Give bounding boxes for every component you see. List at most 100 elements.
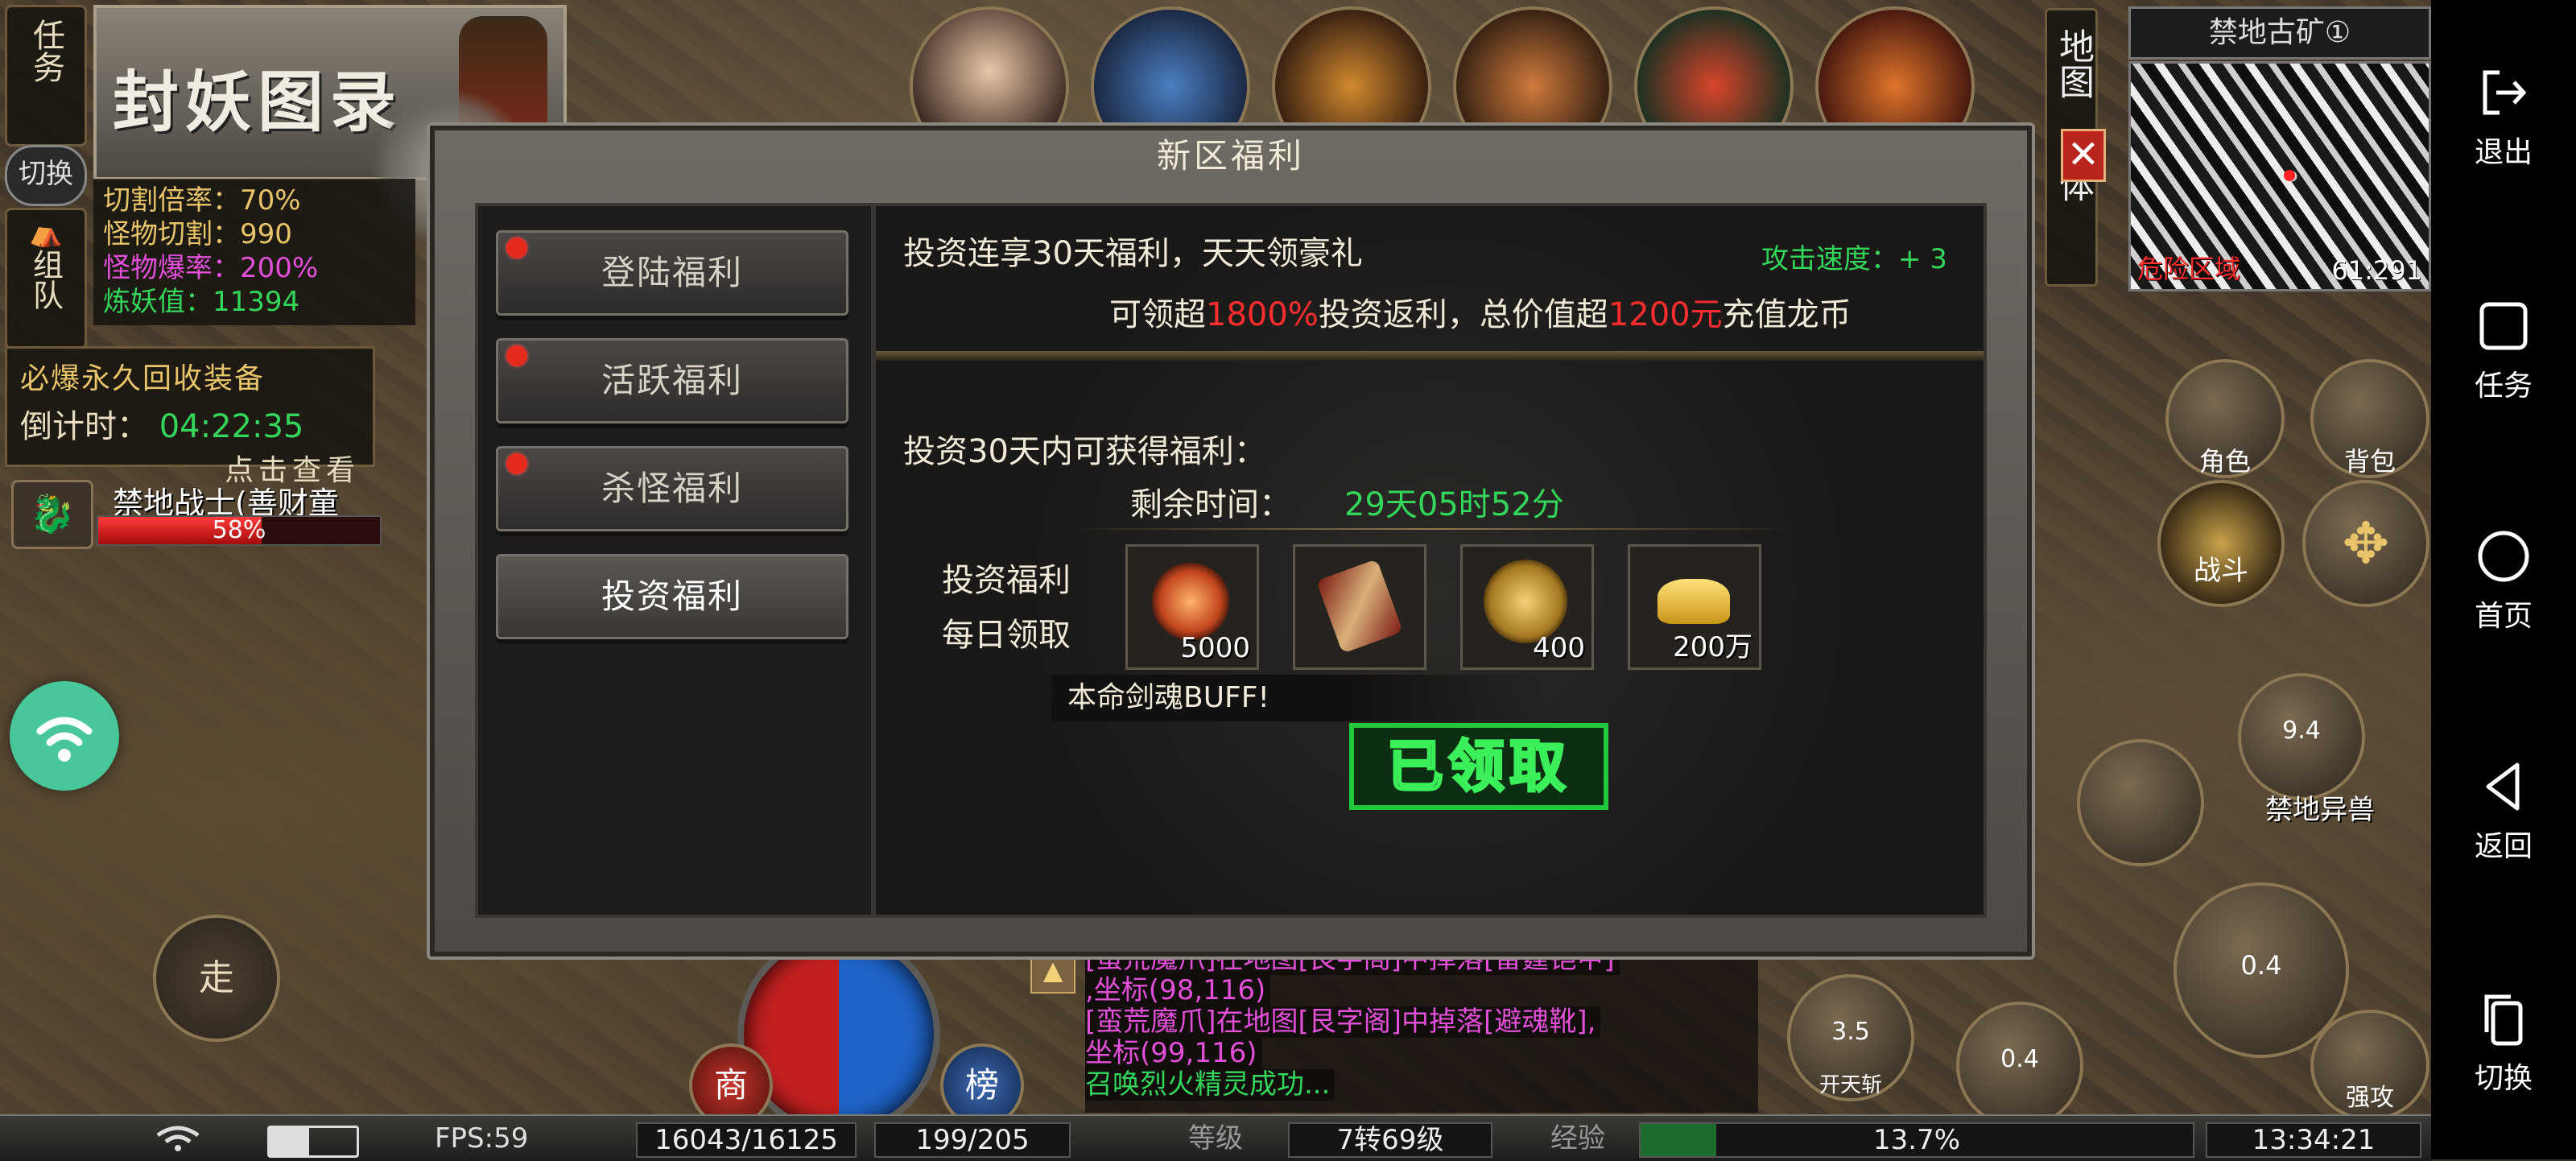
cut-rate: 切割倍率：70% (103, 184, 301, 217)
new-server-welfare-dialog: 新区福利 登陆福利 活跃福利 杀怪福利 投资福利 投资连享30天福利，天天领豪礼… (427, 122, 2035, 960)
main-attack-cooldown: 0.4 (2240, 950, 2282, 981)
walk-button[interactable]: 走 (153, 915, 280, 1042)
gold-ingot-icon (1657, 579, 1730, 624)
minimap[interactable]: 危险区域 61:291 (2128, 61, 2431, 291)
tab-kill-welfare[interactable]: 杀怪福利 (496, 446, 848, 531)
exit-label: 退出 (2474, 136, 2533, 169)
mp-readout: 199/205 (874, 1122, 1071, 1158)
skill-slot-1[interactable]: 9.4 (2238, 673, 2365, 800)
reward-slot-3[interactable]: 400 (1460, 544, 1594, 670)
reward-slot-1[interactable]: 5000 (1125, 544, 1259, 670)
hp-readout: 16043/16125 (636, 1122, 857, 1158)
switch-app-button[interactable]: 切换 (2431, 990, 2576, 1097)
reward-4-count: 200万 (1673, 631, 1752, 663)
task-toggle-label: 任务 (27, 19, 64, 83)
exp-label: 经验 (1550, 1122, 1605, 1155)
dialog-body: 登陆福利 活跃福利 杀怪福利 投资福利 投资连享30天福利，天天领豪礼 攻击速度… (475, 203, 1987, 918)
bag-button[interactable]: 背包 (2310, 359, 2429, 478)
battery-icon (267, 1126, 359, 1158)
home-label: 首页 (2474, 600, 2533, 633)
square-icon (2479, 302, 2528, 350)
top-activity-icons (910, 6, 2004, 166)
back-button[interactable]: 返回 (2431, 758, 2576, 865)
back-label: 返回 (2474, 830, 2533, 863)
switch-button[interactable]: 切换 (5, 145, 87, 206)
strong-attack-button[interactable]: 强攻 (2310, 1010, 2429, 1121)
status-bar: FPS:59 16043/16125 199/205 等级 7转69级 经验 1… (0, 1114, 2431, 1161)
reward-slot-4[interactable]: 200万 (1628, 544, 1761, 670)
home-button[interactable]: 首页 (2431, 528, 2576, 634)
team-label: 组队 (27, 249, 64, 310)
switch-app-label: 切换 (2474, 1062, 2533, 1095)
role-button[interactable]: 角色 (2165, 359, 2285, 478)
reward-3-count: 400 (1533, 632, 1585, 664)
target-hp-text: 58% (212, 516, 266, 544)
rebate-text-a: 可领超 (1109, 296, 1206, 333)
claimed-button[interactable]: 已领取 (1349, 723, 1608, 810)
drop-stats-panel: 切割倍率：70% 怪物切割：990 怪物爆率：200% 炼妖值：11394 (93, 179, 415, 325)
tab-invest-label: 投资福利 (601, 576, 743, 616)
fight-button[interactable]: 战斗 (2157, 480, 2285, 607)
reward-slot-2[interactable] (1293, 544, 1426, 670)
clock: 13:34:21 (2206, 1122, 2421, 1158)
shop-label: 商 (713, 1065, 748, 1105)
remain-value: 29天05时52分 (1344, 486, 1564, 523)
map-coords: 61:291 (2331, 255, 2422, 286)
monster-drop-rate: 怪物爆率：200% (103, 252, 319, 284)
task-button[interactable]: 任务 (2431, 298, 2576, 404)
team-button[interactable]: ⛺ 组队 (5, 208, 87, 349)
switch-button-label: 切换 (19, 158, 73, 190)
task-toggle-button[interactable]: 任务 (5, 5, 87, 147)
skill-2-cooldown: 3.5 (1831, 1018, 1870, 1046)
rebate-text-b: 投资返利，总价值超 (1318, 296, 1608, 333)
exit-button[interactable]: 退出 (2431, 64, 2576, 171)
close-dialog-button[interactable]: ✕ (2061, 129, 2106, 182)
refine-value: 炼妖值：11394 (103, 286, 300, 318)
tab-kill-badge (506, 453, 527, 474)
skill-2-name: 开天斩 (1818, 1073, 1882, 1097)
role-label: 角色 (2198, 446, 2251, 477)
skill-slot-2[interactable]: 3.5 开天斩 (1787, 974, 1914, 1101)
welfare-tab-list: 登陆福利 活跃福利 杀怪福利 投资福利 (478, 206, 876, 915)
pet-skill-button[interactable] (2077, 739, 2204, 866)
target-portrait[interactable]: 🐉 (11, 480, 93, 549)
monster-label: 禁地异兽 (2265, 794, 2375, 826)
recycle-countdown-panel[interactable]: 必爆永久回收装备 倒计时： 04:22:35 点击查看 (5, 346, 375, 487)
buff-tooltip: 本命剑魂BUFF! (1051, 675, 1550, 721)
fight-label: 战斗 (2194, 555, 2248, 587)
minimap-title: 禁地古矿① (2128, 6, 2431, 60)
map-tab-label: 地图 (2053, 28, 2094, 99)
skill-3-cooldown: 0.4 (2000, 1045, 2039, 1073)
skill-1-cooldown: 9.4 (2282, 717, 2321, 745)
dialog-title: 新区福利 (1156, 136, 1305, 176)
section-divider (876, 351, 1984, 361)
chat-line: [蛮荒魔爪]在地图[艮字阁]中掉落[避魂靴], (1085, 1006, 1601, 1038)
rebate-amount: 1200元 (1608, 296, 1723, 333)
walk-label: 走 (199, 957, 234, 998)
chat-log: [蛮荒魔爪]在地图[艮字阁]中掉落[雷霆铠甲],坐标(98,116)[蛮荒魔爪]… (1085, 944, 1758, 1113)
chat-line: ,坐标(98,116) (1085, 975, 1271, 1006)
chat-line: 召唤烈火精灵成功... (1085, 1069, 1335, 1101)
monster-cut: 怪物切割：990 (103, 218, 292, 250)
target-hp-bar: 58% (97, 515, 382, 546)
team-icon: ⛺ (28, 217, 64, 249)
wifi-float-button[interactable] (10, 681, 119, 791)
move-cross-button[interactable]: ✥ (2302, 480, 2429, 607)
gold-coin-lock-icon (1484, 560, 1567, 643)
remain-label: 剩余时间： (1130, 486, 1291, 523)
exit-icon (2483, 70, 2527, 115)
rebate-text-c: 充值龙币 (1722, 296, 1852, 333)
demon-atlas-title: 封妖图录 (113, 64, 403, 141)
bag-label: 背包 (2343, 446, 2396, 477)
wifi-signal-icon (156, 1126, 200, 1151)
skill-slot-3[interactable]: 0.4 (1956, 1002, 2083, 1129)
daily-label-1: 投资福利 (942, 562, 1071, 599)
triangle-back-icon (2486, 762, 2520, 811)
tab-invest-welfare[interactable]: 投资福利 (496, 554, 848, 639)
tab-active-welfare[interactable]: 活跃福利 (496, 338, 848, 423)
circle-icon (2478, 531, 2529, 582)
wifi-icon (36, 717, 93, 762)
attack-speed-text: 攻击速度：+ 3 (1761, 243, 1947, 275)
tab-kill-label: 杀怪福利 (601, 469, 743, 508)
tab-login-welfare[interactable]: 登陆福利 (496, 230, 848, 316)
